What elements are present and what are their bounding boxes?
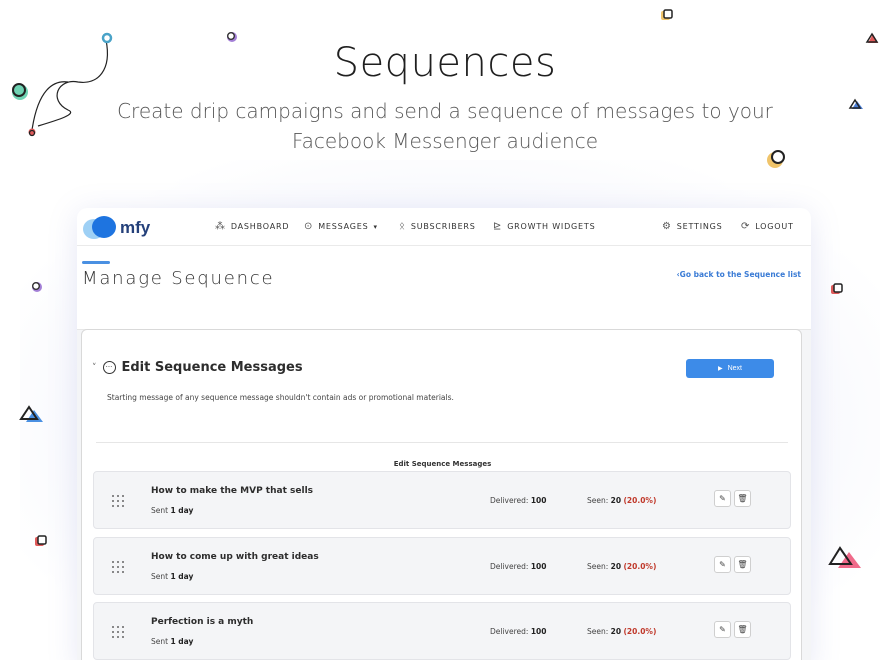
next-button[interactable]: ▶ Next xyxy=(686,359,774,378)
drag-handle-icon[interactable] xyxy=(112,561,125,574)
message-row[interactable]: How to come up with great ideas Sent 1 d… xyxy=(93,537,791,595)
gear-icon: ⚙ xyxy=(662,221,672,232)
back-to-list-link[interactable]: ‹Go back to the Sequence list xyxy=(677,270,801,279)
page-header: Manage Sequence ‹Go back to the Sequence… xyxy=(77,246,811,330)
decorative-square xyxy=(35,535,47,546)
message-title: How to come up with great ideas xyxy=(151,552,319,562)
edit-icon[interactable]: ✎ xyxy=(714,556,731,573)
divider xyxy=(96,442,788,443)
trash-icon[interactable]: 🗑 xyxy=(734,621,751,638)
sequence-card: ˅ ··· Edit Sequence Messages ▶ Next Star… xyxy=(81,329,802,660)
subscribers-icon: ᛟ xyxy=(399,221,406,232)
next-button-label: Next xyxy=(727,365,743,372)
hero-title: Sequences xyxy=(333,40,557,86)
seen-count: Seen: 20 (20.0%) xyxy=(587,627,657,636)
warning-text: Starting message of any sequence message… xyxy=(107,393,454,402)
chevron-down-icon[interactable]: ˅ xyxy=(92,363,97,373)
nav-subscribers-label: SUBSCRIBERS xyxy=(410,222,476,231)
message-title: How to make the MVP that sells xyxy=(151,486,314,496)
section-header[interactable]: ˅ ··· Edit Sequence Messages xyxy=(92,360,303,375)
message-row[interactable]: Perfection is a myth Sent 1 day Delivere… xyxy=(93,602,791,660)
logo-icon xyxy=(83,216,116,239)
message-row[interactable]: How to make the MVP that sells Sent 1 da… xyxy=(93,471,791,529)
nav-messages[interactable]: ⊙ MESSAGES ▾ xyxy=(304,221,378,232)
chart-icon: ⊵ xyxy=(493,221,503,232)
message-sent: Sent 1 day xyxy=(151,506,194,515)
nav-logout[interactable]: ⟳ LOGOUT xyxy=(741,221,794,232)
back-link-label: Go back to the Sequence list xyxy=(679,270,801,279)
chat-icon: ··· xyxy=(102,361,116,374)
title-accent-bar xyxy=(82,261,110,264)
nav-growth-widgets-label: GROWTH WIDGETS xyxy=(507,222,596,231)
decorative-triangle xyxy=(19,405,43,422)
seen-count: Seen: 20 (20.0%) xyxy=(587,562,657,571)
nav-growth-widgets[interactable]: ⊵ GROWTH WIDGETS xyxy=(493,221,595,232)
logo[interactable]: mfy xyxy=(82,216,152,240)
decorative-triangle xyxy=(848,98,863,109)
nav-logout-label: LOGOUT xyxy=(755,222,794,231)
chevron-down-icon: ▾ xyxy=(373,222,378,231)
drag-handle-icon[interactable] xyxy=(112,495,125,508)
trash-icon[interactable]: 🗑 xyxy=(734,556,751,573)
drag-handle-icon[interactable] xyxy=(112,626,125,639)
delivered-count: Delivered: 100 xyxy=(490,496,547,505)
hero-subtitle: Create drip campaigns and send a sequenc… xyxy=(117,99,773,153)
logout-icon: ⟳ xyxy=(741,221,751,232)
decorative-square xyxy=(831,283,843,294)
page-title: Manage Sequence xyxy=(82,268,275,289)
chat-icon: ⊙ xyxy=(304,221,314,232)
logo-text: mfy xyxy=(120,218,151,237)
seen-count: Seen: 20 (20.0%) xyxy=(587,496,657,505)
play-icon: ▶ xyxy=(717,366,723,372)
nav-settings[interactable]: ⚙ SETTINGS xyxy=(662,221,723,232)
section-title: Edit Sequence Messages xyxy=(121,360,303,375)
decorative-triangle xyxy=(828,546,861,568)
nav-dashboard-label: DASHBOARD xyxy=(230,222,290,231)
app-window: mfy ⁂ DASHBOARD ⊙ MESSAGES ▾ ᛟ SUBSCRIBE… xyxy=(77,208,811,660)
message-sent: Sent 1 day xyxy=(151,572,194,581)
delivered-count: Delivered: 100 xyxy=(490,627,547,636)
nav-messages-label: MESSAGES xyxy=(318,222,369,231)
top-navigation: mfy ⁂ DASHBOARD ⊙ MESSAGES ▾ ᛟ SUBSCRIBE… xyxy=(77,208,811,246)
decorative-dot xyxy=(32,282,42,292)
dashboard-icon: ⁂ xyxy=(215,221,226,232)
edit-icon[interactable]: ✎ xyxy=(714,621,731,638)
edit-icon[interactable]: ✎ xyxy=(714,490,731,507)
delivered-count: Delivered: 100 xyxy=(490,562,547,571)
nav-settings-label: SETTINGS xyxy=(676,222,723,231)
trash-icon[interactable]: 🗑 xyxy=(734,490,751,507)
message-sent: Sent 1 day xyxy=(151,637,194,646)
decorative-square xyxy=(661,9,673,20)
message-title: Perfection is a myth xyxy=(151,617,254,627)
nav-subscribers[interactable]: ᛟ SUBSCRIBERS xyxy=(399,221,476,232)
nav-dashboard[interactable]: ⁂ DASHBOARD xyxy=(215,221,289,232)
list-title: Edit Sequence Messages xyxy=(393,460,492,468)
